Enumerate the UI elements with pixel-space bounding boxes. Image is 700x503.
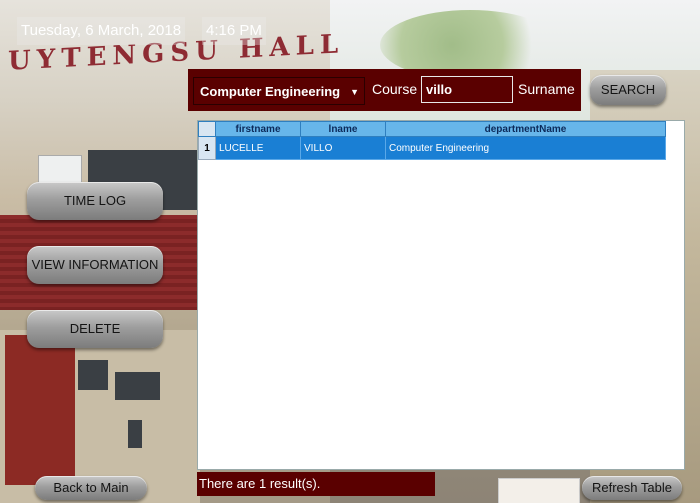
result-status: There are 1 result(s). [197,472,435,496]
table-row[interactable]: 1 LUCELLE VILLO Computer Engineering [198,136,666,160]
air-conditioner [38,155,82,183]
back-to-main-button[interactable]: Back to Main [35,476,147,500]
surname-input[interactable]: villo [421,76,513,103]
surname-label: Surname [518,81,575,97]
chevron-down-icon: ▼ [350,87,359,97]
signboard [498,478,580,503]
column-header-lname[interactable]: lname [300,121,386,137]
cell-firstname[interactable]: LUCELLE [215,136,301,160]
table-header-row: firstname lname departmentName [198,121,666,137]
search-button[interactable]: SEARCH [590,75,666,105]
results-table: firstname lname departmentName 1 LUCELLE… [198,121,666,160]
time-label: 4:16 PM [202,17,266,45]
column-header-firstname[interactable]: firstname [215,121,301,137]
course-label: Course [372,81,418,97]
window [115,372,160,400]
cell-departmentname[interactable]: Computer Engineering [385,136,666,160]
red-pillar [5,335,75,485]
date-label: Tuesday, 6 March, 2018 [17,17,186,45]
refresh-table-button[interactable]: Refresh Table [582,476,682,500]
column-header-departmentname[interactable]: departmentName [385,121,666,137]
department-dropdown[interactable]: Computer Engineering ▼ [193,77,365,105]
view-information-button[interactable]: VIEW INFORMATION [27,246,163,284]
delete-button[interactable]: DELETE [27,310,163,348]
cell-lname[interactable]: VILLO [300,136,386,160]
department-selected: Computer Engineering [200,84,341,99]
time-log-button[interactable]: TIME LOG [27,182,163,220]
results-grid[interactable]: firstname lname departmentName 1 LUCELLE… [197,120,685,470]
window [78,360,108,390]
window [128,420,142,448]
row-index: 1 [198,136,216,160]
corner-cell [198,121,216,137]
